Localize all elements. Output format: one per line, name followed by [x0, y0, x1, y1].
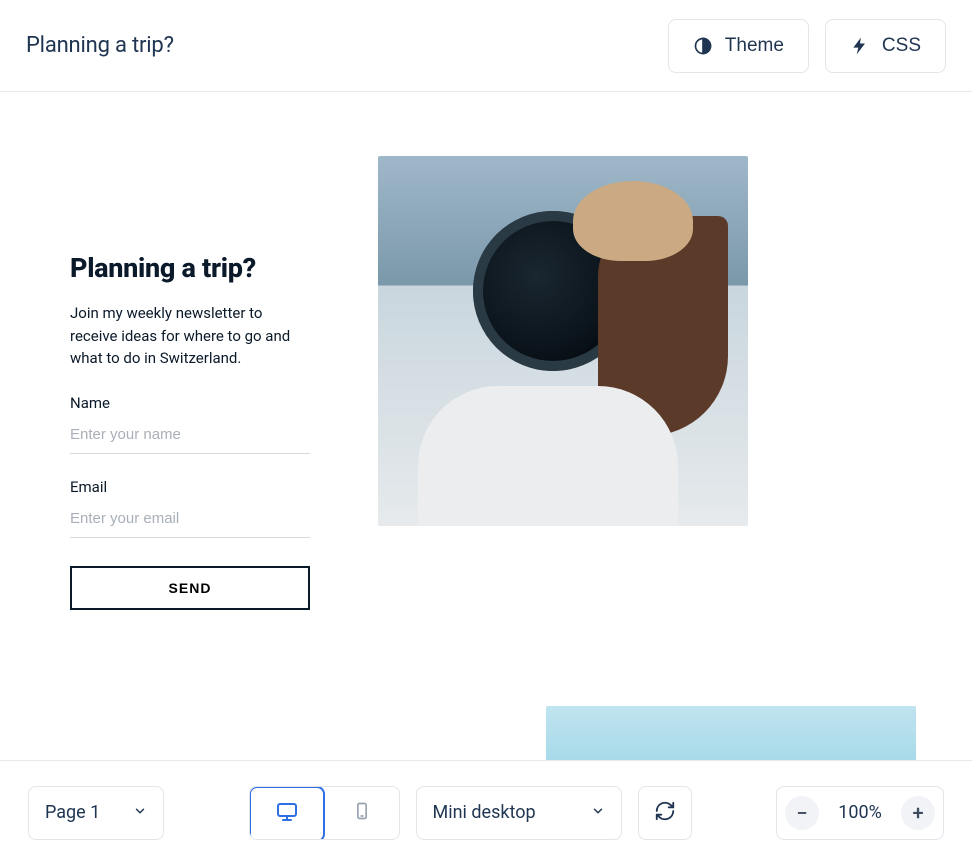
preview-canvas: Planning a trip? Join my weekly newslett… [0, 92, 972, 760]
newsletter-form: Planning a trip? Join my weekly newslett… [70, 252, 310, 610]
name-input[interactable] [70, 420, 310, 454]
viewport-select-label: Mini desktop [433, 802, 536, 823]
email-label: Email [70, 478, 310, 496]
hero-image-bottom [546, 706, 916, 760]
device-toggle [249, 786, 400, 840]
page-select[interactable]: Page 1 [28, 786, 164, 840]
mobile-icon [352, 799, 372, 827]
page-select-label: Page 1 [45, 802, 100, 823]
viewport-select[interactable]: Mini desktop [416, 786, 622, 840]
send-button[interactable]: SEND [70, 566, 310, 610]
topbar: Planning a trip? Theme CSS [0, 0, 972, 92]
form-description: Join my weekly newsletter to receive ide… [70, 302, 310, 370]
zoom-in-button[interactable]: + [901, 796, 935, 830]
image-stack [378, 156, 918, 716]
contrast-icon [693, 36, 713, 56]
name-label: Name [70, 394, 310, 412]
refresh-button[interactable] [638, 786, 692, 840]
zoom-out-button[interactable]: − [785, 796, 819, 830]
email-input[interactable] [70, 504, 310, 538]
minus-icon: − [796, 801, 807, 825]
css-button[interactable]: CSS [825, 19, 946, 73]
bolt-icon [850, 36, 870, 56]
page-title: Planning a trip? [26, 33, 174, 58]
email-field-group: Email [70, 478, 310, 538]
desktop-icon [275, 800, 299, 828]
hero-image-top [378, 156, 748, 526]
zoom-control: − 100% + [776, 786, 944, 840]
bottombar: Page 1 [0, 760, 972, 864]
chevron-down-icon [133, 802, 147, 823]
plus-icon: + [912, 801, 923, 825]
name-field-group: Name [70, 394, 310, 454]
zoom-level: 100% [827, 802, 893, 823]
theme-button[interactable]: Theme [668, 19, 809, 73]
topbar-actions: Theme CSS [668, 19, 946, 73]
desktop-toggle[interactable] [249, 786, 325, 840]
theme-button-label: Theme [725, 35, 784, 57]
form-heading: Planning a trip? [70, 252, 310, 284]
refresh-icon [654, 800, 676, 826]
mobile-toggle[interactable] [325, 787, 399, 839]
css-button-label: CSS [882, 35, 921, 57]
chevron-down-icon [591, 802, 605, 823]
